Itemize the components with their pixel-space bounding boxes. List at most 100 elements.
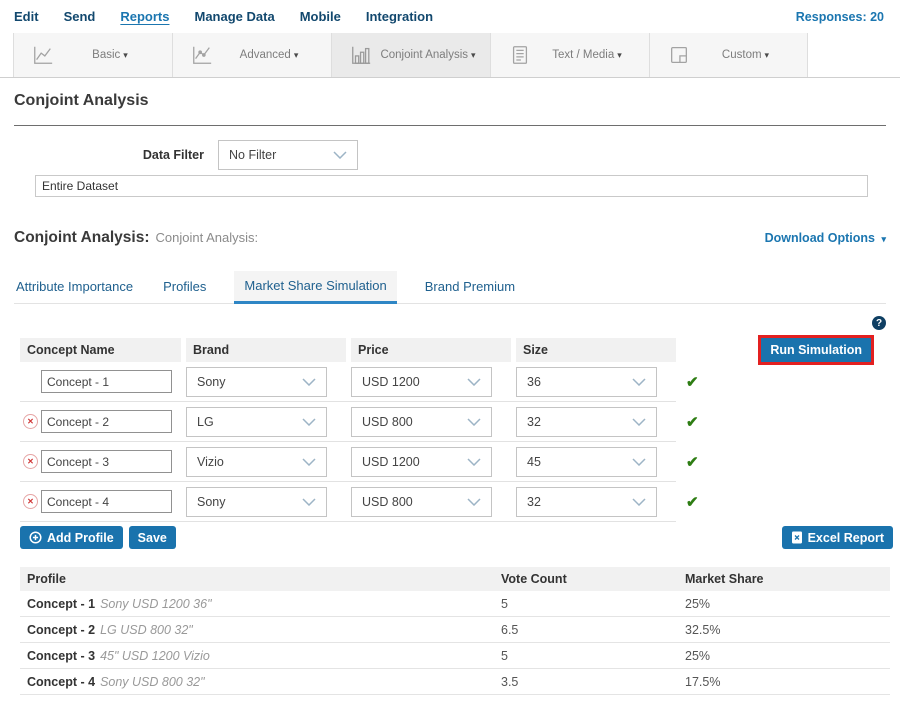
tab-label: Custom▾ <box>690 49 801 61</box>
concept-name-input[interactable] <box>41 370 172 393</box>
chevron-down-icon <box>333 151 347 159</box>
chevron-down-icon <box>632 378 646 386</box>
help-row: ? <box>14 316 886 330</box>
tab-custom[interactable]: Custom▾ <box>649 33 808 77</box>
tab-label: Text / Media▾ <box>531 49 643 61</box>
remove-row-icon[interactable]: ✕ <box>23 494 38 509</box>
col-concept-name: Concept Name <box>20 338 181 362</box>
chevron-down-icon: ▾ <box>617 50 622 60</box>
tab-label: Basic▾ <box>54 49 166 61</box>
nav-mobile[interactable]: Mobile <box>300 9 341 24</box>
chevron-down-icon <box>632 418 646 426</box>
remove-row-icon[interactable]: ✕ <box>23 454 38 469</box>
action-buttons-row: Add Profile Save Excel Report <box>20 526 886 549</box>
nav-edit[interactable]: Edit <box>14 9 39 24</box>
title-divider <box>14 125 886 126</box>
simulator-header: Concept Name Brand Price Size <box>20 338 676 362</box>
chevron-down-icon: ▾ <box>123 50 128 60</box>
vote-count: 3.5 <box>494 675 678 689</box>
save-button[interactable]: Save <box>129 526 176 549</box>
chevron-down-icon: ▾ <box>471 50 476 60</box>
price-select[interactable]: USD 800 <box>351 487 492 517</box>
nav-menu: Edit Send Reports Manage Data Mobile Int… <box>14 9 433 24</box>
price-select[interactable]: USD 800 <box>351 407 492 437</box>
col-vote-count: Vote Count <box>494 572 678 586</box>
plus-circle-icon <box>29 531 42 544</box>
page-title: Conjoint Analysis <box>14 92 886 110</box>
data-filter-row: Data Filter No Filter <box>14 140 886 170</box>
download-options-link[interactable]: Download Options ▾ <box>765 231 886 245</box>
concept-name-input[interactable] <box>41 450 172 473</box>
subtab-market-share-simulation[interactable]: Market Share Simulation <box>234 271 396 304</box>
brand-select[interactable]: Vizio <box>186 447 327 477</box>
tab-basic[interactable]: Basic▾ <box>13 33 172 77</box>
remove-row-icon[interactable]: ✕ <box>23 414 38 429</box>
size-select[interactable]: 32 <box>516 407 657 437</box>
brand-select[interactable]: Sony <box>186 487 327 517</box>
profile-name: Concept - 4 <box>27 675 95 689</box>
subtab-profiles[interactable]: Profiles <box>161 272 208 303</box>
concept-name-input[interactable] <box>41 410 172 433</box>
chevron-down-icon: ▾ <box>765 50 770 60</box>
subtab-brand-premium[interactable]: Brand Premium <box>423 272 517 303</box>
table-row: Concept - 1Sony USD 1200 36" 5 25% <box>20 591 890 617</box>
vote-count: 5 <box>494 649 678 663</box>
simulator-row: ✕ LG USD 800 32 ✔ <box>20 402 886 442</box>
price-select[interactable]: USD 1200 <box>351 367 492 397</box>
section-title: Conjoint Analysis: <box>14 229 150 247</box>
chevron-down-icon: ▾ <box>881 234 886 244</box>
profile-desc: Sony USD 1200 36" <box>100 597 211 611</box>
profile-desc: 45" USD 1200 Vizio <box>100 649 210 663</box>
tab-text-media[interactable]: Text / Media▾ <box>490 33 649 77</box>
market-share: 17.5% <box>678 675 890 689</box>
basic-chart-icon <box>32 44 54 66</box>
nav-integration[interactable]: Integration <box>366 9 433 24</box>
profile-desc: LG USD 800 32" <box>100 623 193 637</box>
vote-count: 6.5 <box>494 623 678 637</box>
vote-count: 5 <box>494 597 678 611</box>
data-filter-value: No Filter <box>229 148 276 162</box>
simulator-row: ✕ Vizio USD 1200 45 ✔ <box>20 442 886 482</box>
simulator-row: ✕ Sony USD 800 32 ✔ <box>20 482 886 522</box>
excel-file-icon <box>791 531 803 544</box>
chevron-down-icon <box>302 378 316 386</box>
market-share: 32.5% <box>678 623 890 637</box>
excel-report-button[interactable]: Excel Report <box>782 526 893 549</box>
simulator-row: Sony USD 1200 36 ✔ <box>20 362 886 402</box>
size-select[interactable]: 36 <box>516 367 657 397</box>
add-profile-button[interactable]: Add Profile <box>20 526 123 549</box>
results-header: Profile Vote Count Market Share <box>20 567 890 591</box>
text-media-icon <box>509 44 531 66</box>
tab-conjoint-analysis[interactable]: Conjoint Analysis▾ <box>331 33 490 77</box>
brand-select[interactable]: Sony <box>186 367 327 397</box>
price-select[interactable]: USD 1200 <box>351 447 492 477</box>
section-subtitle: Conjoint Analysis: <box>156 230 259 245</box>
data-filter-select[interactable]: No Filter <box>218 140 358 170</box>
nav-reports[interactable]: Reports <box>120 9 169 24</box>
tab-label: Conjoint Analysis▾ <box>372 49 484 61</box>
data-filter-label: Data Filter <box>14 148 218 162</box>
run-simulation-button[interactable]: Run Simulation <box>761 338 871 362</box>
valid-check-icon: ✔ <box>686 413 699 431</box>
tab-advanced[interactable]: Advanced▾ <box>172 33 331 77</box>
help-icon[interactable]: ? <box>872 316 886 330</box>
brand-select[interactable]: LG <box>186 407 327 437</box>
annotation-highlight: Run Simulation <box>758 335 874 365</box>
col-market-share: Market Share <box>678 572 890 586</box>
size-select[interactable]: 45 <box>516 447 657 477</box>
dataset-field[interactable]: Entire Dataset <box>35 175 868 197</box>
concept-name-input[interactable] <box>41 490 172 513</box>
col-size: Size <box>516 338 676 362</box>
nav-manage-data[interactable]: Manage Data <box>194 9 274 24</box>
valid-check-icon: ✔ <box>686 373 699 391</box>
size-select[interactable]: 32 <box>516 487 657 517</box>
analysis-subtabs: Attribute Importance Profiles Market Sha… <box>14 271 886 304</box>
chevron-down-icon: ▾ <box>294 50 299 60</box>
subtab-attribute-importance[interactable]: Attribute Importance <box>14 272 135 303</box>
chevron-down-icon <box>302 418 316 426</box>
dataset-value: Entire Dataset <box>42 179 118 193</box>
nav-send[interactable]: Send <box>64 9 96 24</box>
market-share: 25% <box>678 597 890 611</box>
report-type-tabbar: Basic▾ Advanced▾ Conjoint Analysis▾ Text… <box>0 33 900 78</box>
col-price: Price <box>351 338 511 362</box>
